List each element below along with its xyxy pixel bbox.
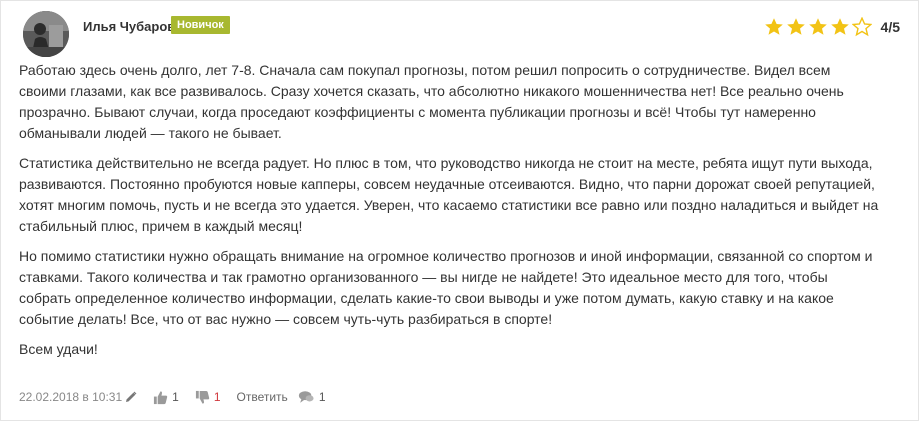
- like-button[interactable]: 1: [153, 390, 179, 405]
- like-count: 1: [172, 390, 179, 404]
- rating-stars: [764, 17, 872, 37]
- review-footer: 22.02.2018 в 10:31 1 1 Ответить 1: [19, 389, 326, 405]
- dislike-count: 1: [213, 390, 221, 404]
- avatar[interactable]: [23, 11, 69, 57]
- star-filled-icon: [808, 18, 827, 35]
- star-filled-icon: [764, 18, 783, 35]
- comments-button[interactable]: 1: [298, 390, 326, 404]
- comment-bubble-icon: [298, 391, 314, 403]
- thumbs-up-icon: [154, 390, 168, 404]
- review-paragraph: Всем удачи!: [19, 341, 98, 357]
- review-text: Работаю здесь очень долго, лет 7-8. Снач…: [19, 60, 879, 369]
- review-paragraph: Работаю здесь очень долго, лет 7-8. Снач…: [19, 62, 844, 141]
- reply-link[interactable]: Ответить: [237, 390, 288, 404]
- avatar-photo: [23, 11, 69, 57]
- star-empty-icon: [851, 17, 872, 37]
- star-filled-icon: [830, 18, 849, 35]
- review-card: Илья Чубаров Новичок 4/5 Работаю здесь о…: [0, 0, 919, 421]
- rating-score: 4/5: [880, 19, 900, 35]
- review-paragraph: Но помимо статистики нужно обращать вним…: [19, 248, 873, 327]
- rating: 4/5: [764, 16, 900, 38]
- star-filled-icon: [786, 18, 805, 35]
- dislike-button[interactable]: 1: [195, 390, 221, 405]
- comments-count: 1: [318, 390, 326, 404]
- author-name[interactable]: Илья Чубаров: [83, 19, 175, 34]
- review-paragraph: Статистика действительно не всегда радуе…: [19, 155, 879, 234]
- status-badge: Новичок: [171, 16, 230, 34]
- review-header: Илья Чубаров Новичок 4/5: [23, 11, 900, 57]
- thumbs-down-icon: [195, 390, 210, 404]
- review-date: 22.02.2018 в 10:31: [19, 390, 123, 404]
- edit-pencil-icon[interactable]: [125, 391, 137, 403]
